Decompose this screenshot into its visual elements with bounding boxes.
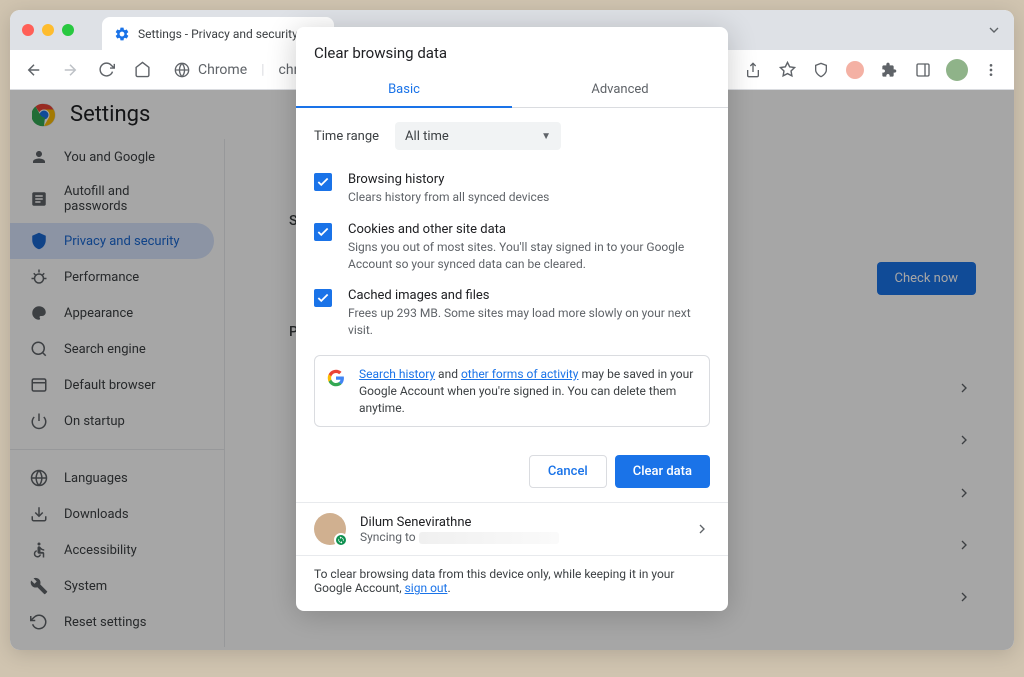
profile-avatar <box>314 513 346 545</box>
cookies-checkbox[interactable] <box>314 223 332 241</box>
tab-advanced[interactable]: Advanced <box>512 72 728 107</box>
maximize-window-button[interactable] <box>62 24 74 36</box>
profile-name: Dilum Senevirathne <box>360 515 680 530</box>
site-info-icon[interactable] <box>174 62 190 78</box>
home-button[interactable] <box>126 54 158 86</box>
info-box: Search history and other forms of activi… <box>314 355 710 427</box>
close-window-button[interactable] <box>22 24 34 36</box>
back-button[interactable] <box>18 54 50 86</box>
profile-avatar-button[interactable] <box>942 55 972 85</box>
option-desc: Signs you out of most sites. You'll stay… <box>348 239 710 273</box>
dialog-tabs: Basic Advanced <box>296 72 728 108</box>
url-app-label: Chrome <box>198 62 247 78</box>
forward-button[interactable] <box>54 54 86 86</box>
option-desc: Clears history from all synced devices <box>348 189 710 206</box>
dropdown-arrow-icon: ▼ <box>541 131 551 142</box>
tabs-dropdown-button[interactable] <box>986 22 1002 42</box>
option-cookies: Cookies and other site data Signs you ou… <box>314 214 710 281</box>
search-history-link[interactable]: Search history <box>359 367 435 381</box>
option-browsing-history: Browsing history Clears history from all… <box>314 164 710 214</box>
sync-badge-icon <box>334 533 348 547</box>
extensions-puzzle-icon[interactable] <box>874 55 904 85</box>
info-text: Search history and other forms of activi… <box>359 366 697 416</box>
clear-data-button[interactable]: Clear data <box>615 455 710 488</box>
option-title: Cookies and other site data <box>348 222 710 237</box>
bookmark-button[interactable] <box>772 55 802 85</box>
browsing-history-checkbox[interactable] <box>314 173 332 191</box>
menu-button[interactable] <box>976 55 1006 85</box>
minimize-window-button[interactable] <box>42 24 54 36</box>
cache-checkbox[interactable] <box>314 289 332 307</box>
cancel-button[interactable]: Cancel <box>529 455 607 488</box>
time-range-value: All time <box>405 129 449 144</box>
sign-out-link[interactable]: sign out <box>405 581 448 595</box>
browser-window: Settings - Privacy and security Chrome |… <box>10 10 1014 650</box>
other-activity-link[interactable]: other forms of activity <box>461 367 579 381</box>
profile-status: Syncing to <box>360 530 416 544</box>
clear-browsing-data-dialog: Clear browsing data Basic Advanced Time … <box>296 27 728 611</box>
footer-note: To clear browsing data from this device … <box>296 555 728 611</box>
shield-extension-icon[interactable] <box>806 55 836 85</box>
option-title: Browsing history <box>348 172 710 187</box>
tab-title: Settings - Privacy and security <box>138 27 298 41</box>
tab-basic[interactable]: Basic <box>296 72 512 107</box>
time-range-label: Time range <box>314 129 379 144</box>
option-title: Cached images and files <box>348 288 710 303</box>
google-g-icon <box>327 369 345 387</box>
option-desc: Frees up 293 MB. Some sites may load mor… <box>348 305 710 339</box>
extension-icon-1[interactable] <box>840 55 870 85</box>
sidepanel-button[interactable] <box>908 55 938 85</box>
dialog-title: Clear browsing data <box>296 27 728 72</box>
share-button[interactable] <box>738 55 768 85</box>
reload-button[interactable] <box>90 54 122 86</box>
window-controls <box>22 24 74 36</box>
profile-section[interactable]: Dilum Senevirathne Syncing to <box>296 502 728 555</box>
option-cached-images: Cached images and files Frees up 293 MB.… <box>314 280 710 347</box>
time-range-select[interactable]: All time ▼ <box>395 122 561 150</box>
profile-email-redacted <box>419 532 559 544</box>
settings-gear-icon <box>114 26 130 42</box>
chevron-right-icon <box>694 521 710 537</box>
